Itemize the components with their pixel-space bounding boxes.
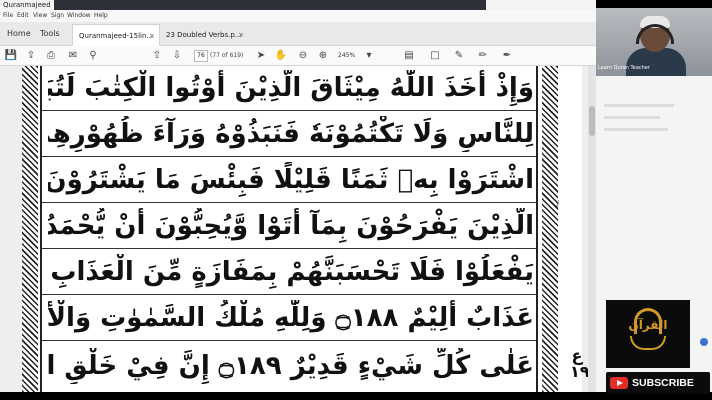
tab-document-label: Quranmajeed-15lin... <box>79 32 154 40</box>
tab-document-quranmajeed[interactable]: Quranmajeed-15lin... × <box>72 24 160 46</box>
tab-home[interactable]: Home <box>7 22 31 46</box>
line-rule <box>42 156 536 157</box>
panel-placeholder-line <box>604 128 668 131</box>
comment-icon[interactable]: □ <box>428 49 442 63</box>
tab-tools[interactable]: Tools <box>40 22 60 46</box>
tab-document-label: 23 Doubled Verbs.p... <box>166 31 242 39</box>
menu-file[interactable]: File <box>3 10 13 22</box>
menu-bar: File Edit View Sign Window Help <box>0 10 596 22</box>
window-title: Quranmajeed <box>3 1 51 9</box>
tab-bar: Home Tools Quranmajeed-15lin... × 23 Dou… <box>0 22 596 46</box>
line-rule <box>42 294 536 295</box>
scrollbar-thumb[interactable] <box>589 106 595 136</box>
close-icon[interactable]: × <box>238 24 244 46</box>
toolbar: 💾 ⇪ ⎙ ✉ ⚲ ⇧ ⇩ 76 (77 of 619) ➤ ✋ ⊖ ⊕ 245… <box>0 46 596 66</box>
menu-sign[interactable]: Sign <box>51 10 64 22</box>
save-icon[interactable]: 💾 <box>4 49 18 63</box>
page-border-left <box>22 66 38 392</box>
quran-line-2: لِلنَّاسِ وَلَا تَكْتُمُوْنَهٗ فَنَبَذُو… <box>48 119 534 149</box>
panel-placeholder-line <box>604 116 660 119</box>
page-count: (77 of 619) <box>210 52 244 59</box>
subscribe-button[interactable]: SUBSCRIBE <box>606 372 710 394</box>
line-rule <box>42 202 536 203</box>
quran-line-4: الَّذِيْنَ يَفْرَحُوْنَ بِمَآ أَتَوْا وَ… <box>48 211 534 241</box>
email-icon[interactable]: ✉ <box>66 49 80 63</box>
print-icon[interactable]: ⎙ <box>44 49 58 63</box>
line-rule <box>42 340 536 341</box>
close-icon[interactable]: × <box>149 25 155 46</box>
webcam-person-body <box>626 48 686 76</box>
up-arrow-icon[interactable]: ⇧ <box>150 49 164 63</box>
select-cursor-icon[interactable]: ➤ <box>254 49 268 63</box>
highlight-pen-icon[interactable]: ✎ <box>452 49 466 63</box>
quran-line-7: عَلٰى كُلِّ شَيْءٍ قَدِيْرٌ ۝١٨٩ إِنَّ ف… <box>48 351 534 381</box>
sign-icon[interactable]: ✒ <box>500 49 514 63</box>
youtube-icon <box>610 377 628 389</box>
quran-line-1: وَإِذْ أَخَذَ اللّٰهُ مِيْثَاقَ الَّذِيْ… <box>48 73 534 103</box>
zoom-level[interactable]: 245% <box>338 50 364 62</box>
menu-edit[interactable]: Edit <box>17 10 29 22</box>
zoom-out-icon[interactable]: ⊖ <box>296 49 310 63</box>
logo-text: القرآن <box>628 318 668 332</box>
logo-base <box>630 336 666 350</box>
page-border-inner-right <box>536 66 538 392</box>
webcam-label: Learn Quran Teacher <box>598 65 650 71</box>
menu-view[interactable]: View <box>33 10 47 22</box>
text-cursor-icon: ⅈ <box>556 200 560 210</box>
ruku-margin-mark: ع ١٩ <box>570 346 590 381</box>
menu-window[interactable]: Window <box>67 10 91 22</box>
channel-logo: القرآن <box>606 300 690 368</box>
document-page: وَإِذْ أَخَذَ اللّٰهُ مِيْثَاقَ الَّذِيْ… <box>22 66 590 392</box>
vertical-scrollbar[interactable] <box>588 66 596 392</box>
panel-status-dot <box>700 338 708 346</box>
down-arrow-icon[interactable]: ⇩ <box>170 49 184 63</box>
quran-line-5: يَفْعَلُوْا فَلَا تَحْسَبَنَّهُمْ بِمَفَ… <box>48 257 534 287</box>
pdf-viewer-window: Quranmajeed File Edit View Sign Window H… <box>0 0 596 392</box>
search-icon[interactable]: ⚲ <box>86 49 100 63</box>
hand-icon[interactable]: ✋ <box>274 49 288 63</box>
zoom-in-icon[interactable]: ⊕ <box>316 49 330 63</box>
page-fit-icon[interactable]: ▤ <box>402 49 416 63</box>
panel-placeholder-line <box>604 104 674 107</box>
tab-document-doubled-verbs[interactable]: 23 Doubled Verbs.p... × <box>160 24 248 46</box>
quran-line-6: عَذَابٌ أَلِيْمٌ ۝١٨٨ وَلِلّٰهِ مُلْكُ ا… <box>48 303 534 333</box>
page-number-input[interactable]: 76 <box>194 50 208 62</box>
line-rule <box>42 248 536 249</box>
draw-icon[interactable]: ✏ <box>476 49 490 63</box>
upload-icon[interactable]: ⇪ <box>24 49 38 63</box>
page-border-right <box>542 66 558 392</box>
line-rule <box>42 110 536 111</box>
subscribe-label: SUBSCRIBE <box>632 377 694 389</box>
play-icon <box>617 380 623 386</box>
quran-line-3: اشْتَرَوْا بِهٖ ثَمَنًا قَلِيْلًا فَبِئْ… <box>48 165 534 195</box>
chevron-down-icon[interactable]: ▾ <box>362 49 376 63</box>
menu-help[interactable]: Help <box>94 10 108 22</box>
page-border-inner-left <box>40 66 42 392</box>
